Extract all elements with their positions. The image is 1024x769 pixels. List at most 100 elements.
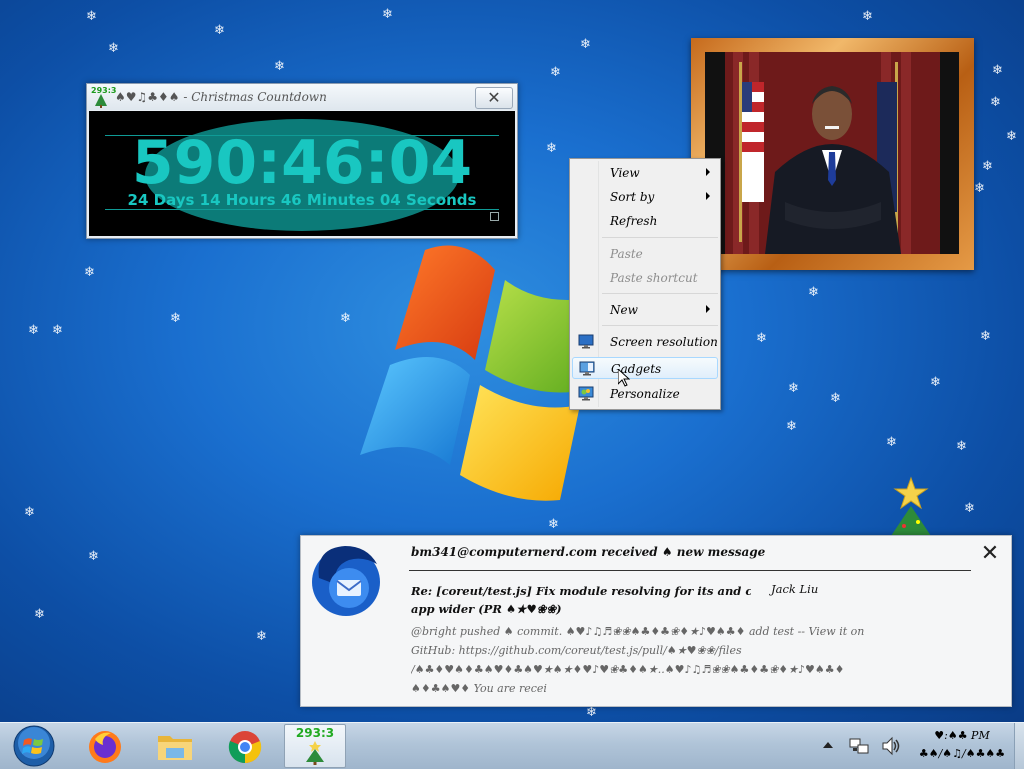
snowflake-icon: ❄ [550,65,561,80]
menu-item-gadgets[interactable]: Gadgets [572,357,718,379]
chrome-icon [228,731,262,764]
snowflake-icon: ❄ [992,63,1003,78]
snowflake-icon: ❄ [546,141,557,156]
close-button[interactable]: ✕ [475,87,513,109]
menu-separator [602,237,718,238]
taskbar-countdown-button[interactable]: 293:3 [284,724,346,768]
snowflake-icon: ❄ [886,435,897,450]
snowflake-icon: ❄ [1006,129,1017,144]
clock-date: ♣♠/♠♫/♠♣♠♣ [918,747,1006,760]
subject-line: Re: [coreut/test.js] Fix module resolvin… [411,584,751,598]
submenu-arrow-icon [706,192,710,200]
submenu-arrow-icon [706,168,710,176]
snowflake-icon: ❄ [788,381,799,396]
menu-separator [602,293,718,294]
mouse-cursor-icon [618,369,630,387]
divider [409,570,971,571]
snowflake-icon: ❄ [930,375,941,390]
snowflake-icon: ❄ [990,95,1001,110]
snowflake-icon: ❄ [974,181,985,196]
menu-separator [602,325,718,326]
snowflake-icon: ❄ [170,311,181,326]
divider [105,209,499,210]
snowflake-icon: ❄ [52,323,63,338]
body-line: /♠♣♦♥♠♦♣♠♥♦♣♠♥★♠★♦♥♪♥❀♣♦♠★..♠♥♪♫♬❀❀♠♣♦♣❀… [411,663,845,676]
portrait-photo [705,52,959,254]
menu-item-label: New [610,303,638,317]
gadgets-icon [579,361,595,376]
notification-body[interactable]: @bright pushed ♠ commit. ♠♥♪♫♬❀❀♠♣♦♣❀♦★♪… [411,622,991,698]
start-button[interactable] [10,723,58,769]
snowflake-icon: ❄ [964,501,975,516]
snowflake-icon: ❄ [24,505,35,520]
menu-item-refresh[interactable]: Refresh [572,210,718,232]
notification-author: Jack Liu [771,582,819,596]
body-line: GitHub: https://github.com/coreut/test.j… [411,644,742,657]
countdown-titlebar[interactable]: 293:3 ♠♥♫♣♦♠ - Christmas Countdown ✕ [87,84,517,110]
snowflake-icon: ❄ [84,265,95,280]
body-line: @bright pushed ♠ commit. ♠♥♪♫♬❀❀♠♣♦♣❀♦★♪… [411,625,865,638]
menu-item-label: Paste shortcut [610,271,698,285]
taskbar-chrome-button[interactable] [214,724,276,768]
monitor-icon [578,334,594,349]
menu-item-label: Paste [610,247,643,261]
menu-item-sort-by[interactable]: Sort by [572,186,718,208]
snowflake-icon: ❄ [88,549,99,564]
network-icon[interactable] [848,735,870,757]
tree-icon [306,741,324,765]
snowflake-icon: ❄ [580,37,591,52]
tree-icon [95,94,107,108]
notification-close-button[interactable]: ✕ [978,542,1002,566]
snowflake-icon: ❄ [86,9,97,24]
menu-item-screen-resolution[interactable]: Screen resolution [572,331,718,353]
christmas-countdown-window[interactable]: 293:3 ♠♥♫♣♦♠ - Christmas Countdown ✕ 590… [86,83,518,239]
snowflake-icon: ❄ [340,311,351,326]
email-notification[interactable]: bm341@computernerd.com received ♠ new me… [300,535,1012,707]
firefox-icon [89,731,121,763]
countdown-app-icon: 293:3 [91,86,116,108]
submenu-arrow-icon [706,305,710,313]
portrait-image [725,52,940,254]
subject-line: app wider (PR ♠★♥❀❀) [411,602,562,616]
notification-subject[interactable]: Re: [coreut/test.js] Fix module resolvin… [411,582,751,618]
resize-grip-icon[interactable] [490,212,499,221]
body-line: ♠♦♣♠♥♦ You are recei [411,682,547,695]
clock-time: ♥:♠♣ PM [934,729,990,742]
menu-item-label: Sort by [610,190,655,204]
notification-header: bm341@computernerd.com received ♠ new me… [411,545,766,559]
menu-item-view[interactable]: View [572,162,718,184]
thunderbird-logo-icon [312,546,380,616]
snowflake-icon: ❄ [214,23,225,38]
menu-item-label: Screen resolution [610,335,718,349]
taskbar-file-explorer-button[interactable] [144,724,206,768]
menu-item-paste-shortcut: Paste shortcut [572,267,718,289]
folder-icon [158,736,192,760]
snowflake-icon: ❄ [956,439,967,454]
photo-frame-gadget[interactable] [691,38,974,270]
volume-icon[interactable] [880,735,902,757]
snowflake-icon: ❄ [786,419,797,434]
snowflake-icon: ❄ [830,391,841,406]
snowflake-icon: ❄ [382,7,393,22]
countdown-time: 590:46:04 [131,128,473,198]
snowflake-icon: ❄ [982,159,993,174]
countdown-title: ♠♥♫♣♦♠ - Christmas Countdown [115,90,327,104]
countdown-detail: 24 Days 14 Hours 46 Minutes 04 Seconds [127,191,477,209]
taskbar-countdown-label: 293:3 [295,726,335,740]
snowflake-icon: ❄ [756,331,767,346]
snowflake-icon: ❄ [34,607,45,622]
show-hidden-icons-icon[interactable] [820,737,836,753]
personalize-icon [578,386,594,401]
desktop-context-menu[interactable]: View Sort by Refresh Paste Paste shortcu… [569,158,721,410]
taskbar-firefox-button[interactable] [74,724,136,768]
menu-item-new[interactable]: New [572,299,718,321]
snowflake-icon: ❄ [108,41,119,56]
snowflake-icon: ❄ [808,285,819,300]
christmas-tree-icon [891,476,931,536]
system-clock[interactable]: ♥:♠♣ PM ♣♠/♠♫/♠♣♠♣ [912,727,1012,763]
menu-item-personalize[interactable]: Personalize [572,383,718,405]
snowflake-icon: ❄ [980,329,991,344]
menu-item-paste: Paste [572,243,718,265]
snowflake-icon: ❄ [862,9,873,24]
show-desktop-button[interactable] [1014,723,1024,769]
